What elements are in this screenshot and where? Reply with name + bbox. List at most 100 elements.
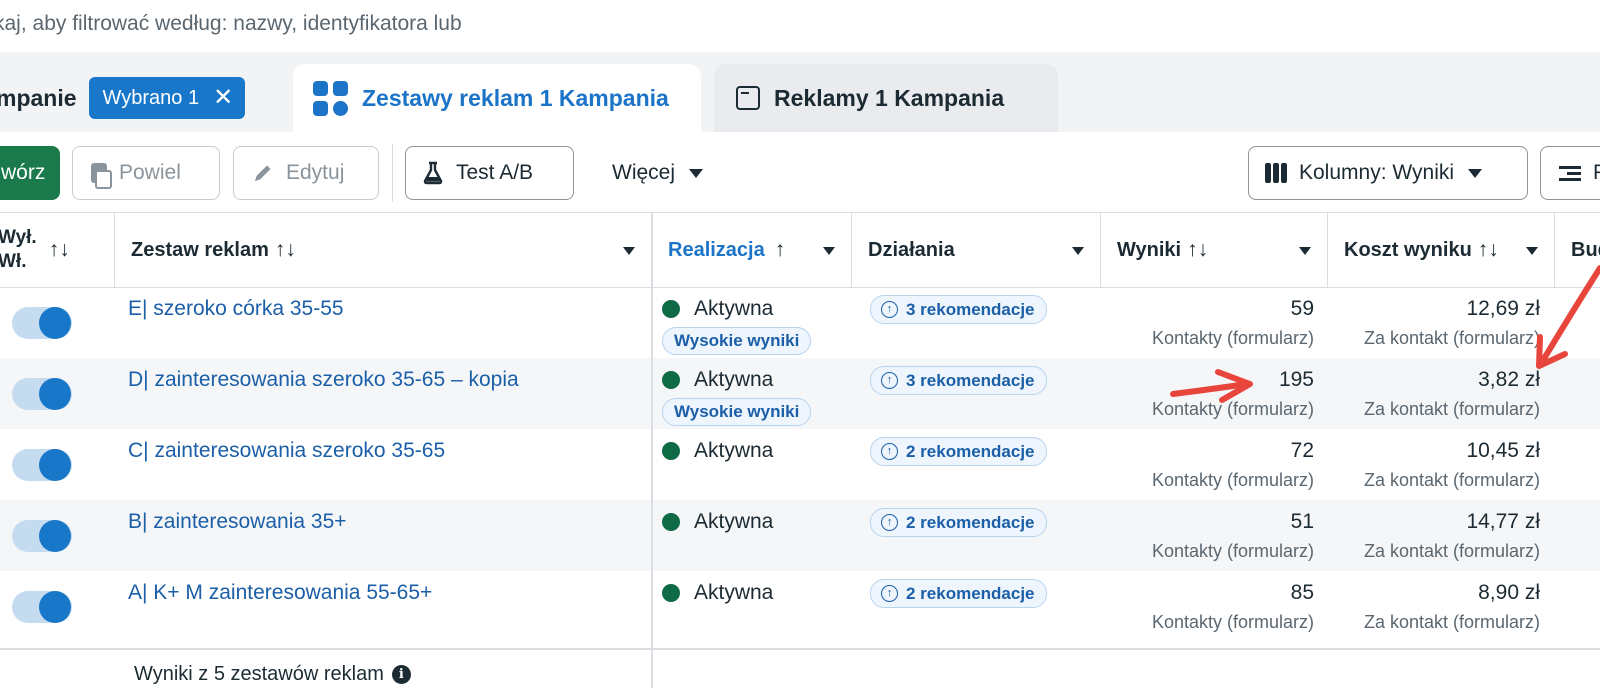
adsets-grid-icon <box>313 80 348 116</box>
header-adset-name[interactable]: Zestaw reklam ↑↓ <box>114 213 651 287</box>
adset-name-link[interactable]: D| zainteresowania szeroko 35-65 – kopia <box>128 368 519 392</box>
sort-icon[interactable]: ↑↓ <box>1478 238 1499 262</box>
column-divider <box>651 213 653 688</box>
status-label: Aktywna <box>694 510 774 533</box>
results-type: Kontakty (formularz) <box>1151 328 1314 348</box>
status-dot <box>662 371 680 389</box>
delivery-status: Aktywna <box>662 510 773 534</box>
sort-icon[interactable]: ↑↓ <box>49 238 70 262</box>
info-icon[interactable]: i <box>391 665 411 684</box>
flask-icon <box>422 161 444 185</box>
header-delivery-label: Realizacja <box>668 238 765 261</box>
header-results[interactable]: Wyniki ↑↓ <box>1100 213 1327 287</box>
adset-name-link[interactable]: A| K+ M zainteresowania 55-65+ <box>128 581 432 605</box>
sort-up-icon[interactable]: ↑ <box>775 238 786 262</box>
header-cost-per-result[interactable]: Koszt wyniku ↑↓ <box>1327 213 1554 287</box>
adset-toggle[interactable] <box>12 449 72 481</box>
sort-icon[interactable]: ↑↓ <box>1187 238 1208 262</box>
tab-campaigns[interactable]: mpanie Wybrano 1 ✕ <box>0 64 260 132</box>
search-bar[interactable]: kaj, aby filtrować według: nazwy, identy… <box>0 0 1600 52</box>
results-type: Kontakty (formularz) <box>1151 541 1314 561</box>
adset-toggle[interactable] <box>12 520 72 552</box>
header-adset-name-label: Zestaw reklam <box>131 238 269 261</box>
table-row[interactable]: E| szeroko córka 35-55 Aktywna Wysokie w… <box>0 287 1600 358</box>
adset-toggle[interactable] <box>12 307 72 339</box>
header-results-label: Wyniki <box>1117 238 1182 261</box>
recommendations-badge[interactable]: ↑ 2 rekomendacje <box>870 508 1047 537</box>
cost-value: 14,77 zł <box>1466 510 1540 533</box>
recommendations-badge[interactable]: ↑ 2 rekomendacje <box>870 437 1047 466</box>
sort-icon[interactable]: ↑↓ <box>275 238 296 262</box>
table-header: Wył. Wł. ↑↓ Zestaw reklam ↑↓ Realizacja … <box>0 213 1600 288</box>
tab-adsets[interactable]: Zestawy reklam 1 Kampania <box>293 64 701 132</box>
search-input-text[interactable]: kaj, aby filtrować według: nazwy, identy… <box>0 12 462 36</box>
header-actions[interactable]: Działania <box>851 213 1100 287</box>
header-budget-label: Bud <box>1571 238 1600 261</box>
high-results-badge: Wysokie wyniki <box>662 398 812 426</box>
ab-test-button[interactable]: Test A/B <box>405 146 574 200</box>
table-row[interactable]: D| zainteresowania szeroko 35-65 – kopia… <box>0 358 1600 429</box>
results-type: Kontakty (formularz) <box>1151 470 1314 490</box>
recommendations-badge[interactable]: ↑ 3 rekomendacje <box>870 366 1047 395</box>
columns-button[interactable]: Kolumny: Wyniki <box>1248 146 1528 200</box>
results-value: 59 <box>1290 297 1314 320</box>
table-row[interactable]: B| zainteresowania 35+ Aktywna ↑ 2 rekome… <box>0 500 1600 571</box>
delivery-status: Aktywna <box>662 439 773 463</box>
cost-value: 3,82 zł <box>1478 368 1540 391</box>
chevron-down-icon[interactable] <box>1526 247 1538 255</box>
status-label: Aktywna <box>694 368 774 391</box>
chevron-down-icon[interactable] <box>1072 247 1084 255</box>
adset-name-link[interactable]: C| zainteresowania szeroko 35-65 <box>128 439 445 463</box>
recommendations-label: 3 rekomendacje <box>906 299 1035 319</box>
more-button-label: Więcej <box>612 161 676 184</box>
chevron-down-icon <box>1468 168 1483 178</box>
pencil-icon <box>252 162 274 184</box>
status-dot <box>662 300 680 318</box>
header-budget[interactable]: Bud <box>1554 213 1600 287</box>
recommendations-label: 2 rekomendacje <box>906 512 1035 532</box>
results-value: 72 <box>1290 439 1314 462</box>
selected-chip[interactable]: Wybrano 1 ✕ <box>88 77 246 119</box>
summary-divider <box>0 648 1600 650</box>
chevron-down-icon <box>689 168 704 178</box>
cost-value: 10,45 zł <box>1466 439 1540 462</box>
results-value: 85 <box>1290 581 1314 604</box>
recommendations-badge[interactable]: ↑ 2 rekomendacje <box>870 579 1047 608</box>
create-button-label: wórz <box>1 161 46 184</box>
breakdown-icon <box>1559 165 1581 181</box>
results-type: Kontakty (formularz) <box>1151 399 1314 419</box>
tab-ads[interactable]: Reklamy 1 Kampania <box>714 64 1058 132</box>
tab-ads-label: Reklamy 1 Kampania <box>774 84 1005 111</box>
recommendations-badge[interactable]: ↑ 3 rekomendacje <box>870 295 1047 324</box>
breakdown-button[interactable]: P <box>1540 146 1600 200</box>
adset-name-link[interactable]: B| zainteresowania 35+ <box>128 510 347 534</box>
edit-button[interactable]: Edytuj <box>233 146 379 200</box>
header-delivery[interactable]: Realizacja ↑ <box>651 213 851 287</box>
table-row[interactable]: C| zainteresowania szeroko 35-65 Aktywna… <box>0 429 1600 500</box>
duplicate-icon <box>91 163 112 189</box>
status-dot <box>662 442 680 460</box>
create-button[interactable]: wórz <box>0 146 60 200</box>
arrow-up-circle-icon: ↑ <box>881 514 898 531</box>
duplicate-button[interactable]: Powiel <box>72 146 220 200</box>
more-button[interactable]: Więcej <box>600 146 720 200</box>
toolbar: wórz Powiel Edytuj Test A/B Więcej Kolum… <box>0 132 1600 212</box>
chevron-down-icon[interactable] <box>1299 247 1311 255</box>
toolbar-divider <box>392 144 393 202</box>
adset-toggle[interactable] <box>12 591 72 623</box>
ab-test-button-label: Test A/B <box>456 161 534 184</box>
header-toggle[interactable]: Wył. Wł. ↑↓ <box>0 213 114 287</box>
recommendations-label: 2 rekomendacje <box>906 583 1035 603</box>
chevron-down-icon[interactable] <box>823 247 835 255</box>
arrow-up-circle-icon: ↑ <box>881 301 898 318</box>
status-label: Aktywna <box>694 439 774 462</box>
selected-chip-label: Wybrano 1 <box>102 86 200 109</box>
status-label: Aktywna <box>694 297 774 320</box>
header-toggle-line1: Wył. <box>0 227 37 248</box>
adset-toggle[interactable] <box>12 378 72 410</box>
adset-name-link[interactable]: E| szeroko córka 35-55 <box>128 297 344 321</box>
close-icon[interactable]: ✕ <box>213 86 233 110</box>
results-value: 195 <box>1278 368 1314 391</box>
chevron-down-icon[interactable] <box>623 247 635 255</box>
table-row[interactable]: A| K+ M zainteresowania 55-65+ Aktywna ↑… <box>0 571 1600 642</box>
